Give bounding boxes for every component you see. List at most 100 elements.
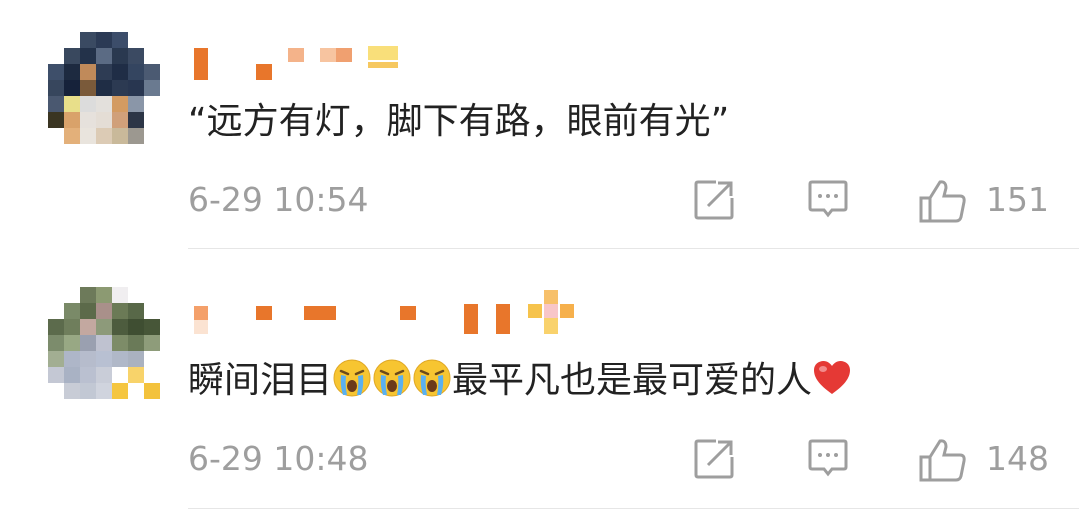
avatar-pixel [64, 383, 80, 399]
avatar-pixel [128, 128, 144, 144]
avatar-pixel [80, 319, 96, 335]
avatar-pixel [48, 48, 64, 64]
crying-face-emoji-icon [413, 359, 451, 397]
avatar-pixel [64, 128, 80, 144]
comment-text-part: 瞬间泪目 [188, 360, 333, 401]
like-count: 151 [986, 180, 1049, 219]
avatar-pixel [128, 367, 144, 383]
crying-face-emoji-icon [373, 359, 411, 397]
avatar-pixel [112, 32, 128, 48]
avatar-pixel [80, 128, 96, 144]
avatar-pixel [80, 96, 96, 112]
avatar-pixel [144, 367, 160, 383]
like-icon [919, 439, 966, 482]
avatar-pixel [64, 287, 80, 303]
avatar-pixel [64, 96, 80, 112]
emoji-group [332, 359, 452, 401]
avatar-pixel [48, 128, 64, 144]
avatar-pixel [64, 303, 80, 319]
avatar-pixel [144, 351, 160, 367]
avatar-pixel [96, 64, 112, 80]
avatar-pixel [48, 112, 64, 128]
avatar-pixel [48, 351, 64, 367]
avatar-pixel [128, 80, 144, 96]
heart-emoji-icon [814, 361, 851, 394]
avatar-pixel [144, 335, 160, 351]
like-button[interactable] [918, 437, 968, 487]
avatar-pixel [96, 80, 112, 96]
avatar-pixel [96, 303, 112, 319]
avatar-pixel [48, 80, 64, 96]
avatar-pixel [144, 128, 160, 144]
avatar-pixel [144, 287, 160, 303]
avatar-pixel [144, 96, 160, 112]
avatar-pixel [96, 96, 112, 112]
avatar-pixel [112, 80, 128, 96]
reply-button[interactable] [806, 437, 850, 485]
avatar-pixel [80, 383, 96, 399]
avatar-pixel [48, 335, 64, 351]
avatar-pixel [144, 112, 160, 128]
like-count: 148 [986, 439, 1049, 478]
avatar-pixel [64, 319, 80, 335]
avatar[interactable] [48, 287, 160, 399]
avatar-pixel [112, 48, 128, 64]
avatar-pixel [80, 80, 96, 96]
share-icon [694, 180, 734, 220]
avatar-pixel [64, 112, 80, 128]
avatar-pixel [112, 128, 128, 144]
avatar-pixel [144, 303, 160, 319]
like-icon [919, 180, 966, 223]
share-button[interactable] [692, 437, 736, 485]
avatar-pixel [128, 319, 144, 335]
avatar-pixel [112, 335, 128, 351]
avatar-pixel [96, 48, 112, 64]
avatar-pixel [80, 287, 96, 303]
share-icon [694, 439, 734, 479]
avatar-pixel [64, 64, 80, 80]
avatar-pixel [128, 335, 144, 351]
avatar[interactable] [48, 32, 160, 144]
avatar-pixel [96, 32, 112, 48]
avatar-pixel [112, 351, 128, 367]
avatar-pixel [48, 32, 64, 48]
avatar-pixel [96, 351, 112, 367]
comment-timestamp: 6-29 10:48 [188, 439, 369, 478]
avatar-pixel [64, 80, 80, 96]
avatar-pixel [112, 64, 128, 80]
avatar-pixel [80, 303, 96, 319]
avatar-pixel [48, 319, 64, 335]
avatar-pixel [144, 32, 160, 48]
avatar-pixel [96, 383, 112, 399]
comment-timestamp: 6-29 10:54 [188, 180, 369, 219]
reply-button[interactable] [806, 178, 850, 226]
crying-face-emoji-icon [333, 359, 371, 397]
avatar-pixel [48, 287, 64, 303]
avatar-pixel [96, 287, 112, 303]
avatar-pixel [128, 287, 144, 303]
avatar-pixel [112, 96, 128, 112]
avatar-pixel [48, 64, 64, 80]
comment-text: “远方有灯，脚下有路，眼前有光” [188, 101, 730, 142]
avatar-pixel [96, 335, 112, 351]
reply-icon [808, 180, 848, 218]
avatar-pixel [48, 96, 64, 112]
avatar-pixel [112, 383, 128, 399]
avatar-pixel [112, 319, 128, 335]
like-button[interactable] [918, 178, 968, 228]
avatar-pixel [128, 96, 144, 112]
avatar-pixel [128, 48, 144, 64]
avatar-pixel [144, 48, 160, 64]
avatar-pixel [96, 112, 112, 128]
avatar-pixel [64, 351, 80, 367]
avatar-pixel [144, 64, 160, 80]
comment-text: 瞬间泪目 最平凡也是最可爱的人 [188, 356, 852, 406]
avatar-pixel [64, 32, 80, 48]
avatar-pixel [64, 48, 80, 64]
avatar-pixel [112, 303, 128, 319]
share-button[interactable] [692, 178, 736, 226]
avatar-pixel [128, 64, 144, 80]
avatar-pixel [48, 303, 64, 319]
divider [188, 248, 1079, 249]
reply-icon [808, 439, 848, 477]
